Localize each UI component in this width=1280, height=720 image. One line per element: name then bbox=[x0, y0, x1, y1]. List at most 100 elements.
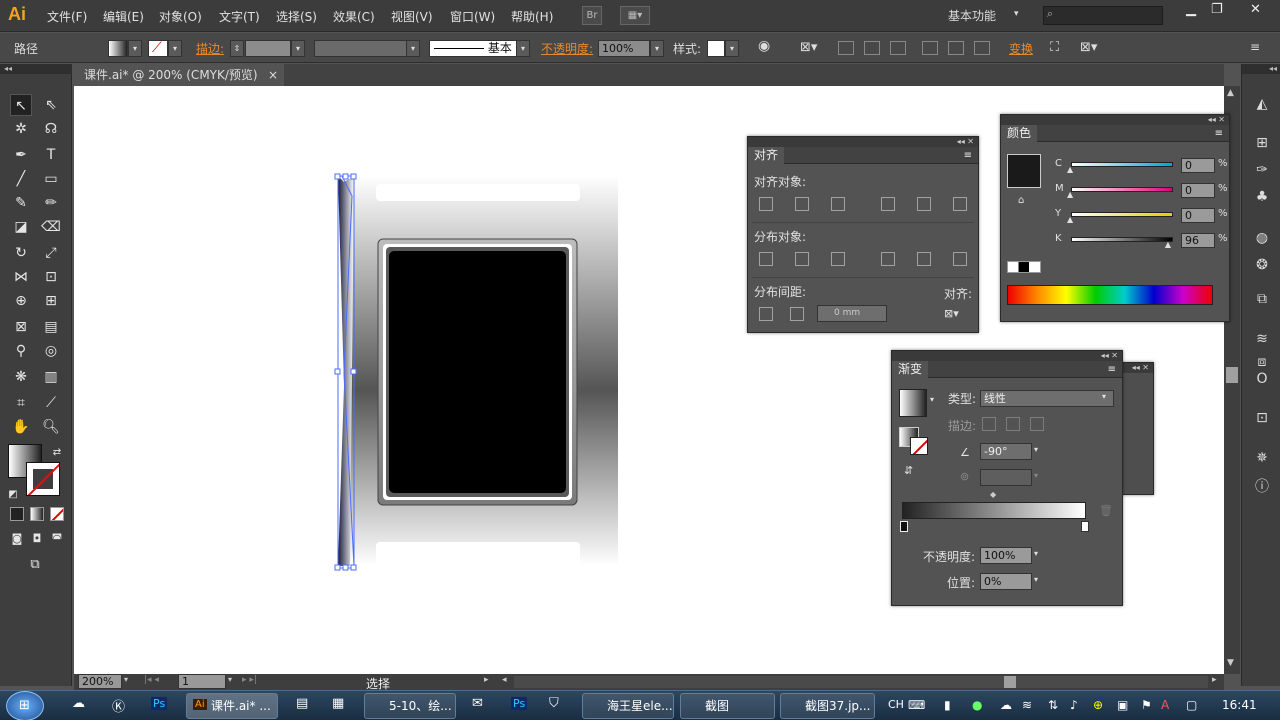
channel-slider-y[interactable] bbox=[1071, 212, 1173, 217]
tray-show-desktop-icon[interactable]: ▢ bbox=[1186, 698, 1197, 712]
arrange-documents-button[interactable]: ▦▾ bbox=[620, 6, 650, 25]
gradient-angle-field[interactable]: -90° bbox=[980, 443, 1032, 460]
type-tool-icon[interactable]: T bbox=[40, 144, 62, 166]
taskbar-item-folder[interactable]: 截图 bbox=[680, 693, 775, 719]
channel-slider-c[interactable] bbox=[1071, 162, 1173, 167]
transform-link[interactable]: 变换 bbox=[1009, 40, 1033, 57]
zoom-dropdown-icon[interactable]: ▾ bbox=[124, 675, 128, 684]
draw-normal-icon[interactable]: ◙ bbox=[6, 528, 28, 550]
gradient-stop-left[interactable] bbox=[900, 521, 908, 532]
stroke-swatch[interactable]: ⟋ bbox=[148, 40, 168, 57]
stop-opacity-dropdown-icon[interactable]: ▾ bbox=[1034, 549, 1038, 558]
align-center-objects-icon[interactable] bbox=[795, 197, 809, 211]
transparency-panel-icon[interactable] bbox=[1253, 258, 1271, 276]
channel-value-k[interactable]: 96 bbox=[1181, 233, 1215, 248]
swap-fill-stroke-icon[interactable]: ⇄ bbox=[46, 442, 68, 464]
vertical-spacing-icon[interactable] bbox=[759, 307, 773, 321]
brush-dropdown[interactable]: ▾ bbox=[516, 40, 530, 57]
screen-display[interactable] bbox=[389, 251, 566, 493]
menu-effect[interactable]: 效果(C) bbox=[333, 8, 375, 25]
menu-select[interactable]: 选择(S) bbox=[276, 8, 317, 25]
tray-wechat-icon[interactable]: ● bbox=[972, 698, 982, 712]
document-tab[interactable]: 课件.ai* @ 200% (CMYK/预览) × bbox=[74, 64, 284, 86]
artboard-tool-icon[interactable]: ⌗ bbox=[10, 392, 32, 414]
menu-file[interactable]: 文件(F) bbox=[47, 8, 87, 25]
align-bottom-icon[interactable] bbox=[974, 41, 990, 55]
type-panel-icon[interactable]: O bbox=[1253, 370, 1271, 388]
stroke-color-box[interactable] bbox=[26, 462, 60, 496]
gradient-slider[interactable] bbox=[902, 502, 1086, 519]
stop-position-dropdown-icon[interactable]: ▾ bbox=[1034, 575, 1038, 584]
scroll-up-icon[interactable]: ▲ bbox=[1227, 88, 1234, 98]
tray-volume-icon[interactable]: ♪ bbox=[1070, 698, 1078, 712]
taskbar-item-image[interactable]: 截图37.jp... bbox=[780, 693, 875, 719]
gradient-mode-icon[interactable] bbox=[30, 507, 44, 521]
start-button[interactable]: ⊞ bbox=[6, 691, 44, 720]
quicklaunch-cloud-icon[interactable]: ☁ bbox=[72, 696, 85, 711]
scroll-down-icon[interactable]: ▼ bbox=[1227, 658, 1234, 668]
pencil-tool-icon[interactable]: ✏ bbox=[40, 192, 62, 214]
links-panel-icon[interactable]: ⧉ bbox=[1253, 290, 1271, 308]
scroll-thumb[interactable] bbox=[1226, 367, 1238, 383]
color-spectrum[interactable] bbox=[1007, 285, 1213, 305]
restore-button[interactable]: ❐ bbox=[1211, 2, 1223, 17]
gradient-type-select[interactable]: 线性 bbox=[980, 390, 1114, 407]
align-right-icon[interactable] bbox=[890, 41, 906, 55]
tray-wifi-icon[interactable]: ≋ bbox=[1022, 698, 1032, 712]
fill-dropdown[interactable]: ▾ bbox=[128, 40, 142, 57]
width-tool-icon[interactable]: ⋈ bbox=[10, 266, 32, 288]
distribute-left-icon[interactable] bbox=[881, 252, 895, 266]
menu-window[interactable]: 窗口(W) bbox=[450, 8, 495, 25]
last-page-icon[interactable]: ▸ ▸| bbox=[242, 675, 257, 685]
stroke-weight-dropdown[interactable]: ▾ bbox=[291, 40, 305, 57]
navigator-panel-icon[interactable]: ⊡ bbox=[1253, 409, 1271, 427]
align-panel-menu-icon[interactable]: ≡ bbox=[958, 147, 978, 164]
taskbar-photoshop-icon[interactable]: Ps bbox=[511, 697, 528, 710]
align-middle-objects-icon[interactable] bbox=[917, 197, 931, 211]
taskbar-app-icon-4[interactable]: ⛉ bbox=[549, 696, 559, 711]
aspect-ratio-dropdown-icon[interactable]: ▾ bbox=[1034, 471, 1038, 480]
recolor-icon[interactable]: ◉ bbox=[758, 38, 770, 55]
hand-tool-icon[interactable]: ✋ bbox=[10, 416, 32, 438]
reverse-gradient-icon[interactable]: ⇵ bbox=[904, 464, 913, 477]
blend-tool-icon[interactable]: ◎ bbox=[40, 340, 62, 362]
symbols-panel-icon[interactable]: ♣ bbox=[1253, 188, 1271, 206]
variable-width-profile[interactable] bbox=[314, 40, 408, 57]
gradient-type-chevron-icon[interactable]: ▾ bbox=[1102, 392, 1106, 401]
tray-acrobat-icon[interactable]: A bbox=[1161, 698, 1169, 712]
tray-flag-icon[interactable]: ⚑ bbox=[1141, 698, 1152, 712]
swatches-panel-icon[interactable]: ⊞ bbox=[1253, 134, 1271, 152]
fill-swatch[interactable] bbox=[108, 40, 128, 57]
current-fill-swatch[interactable] bbox=[1007, 154, 1041, 188]
delete-stop-icon[interactable]: 🗑︎ bbox=[1099, 504, 1113, 517]
align-bottom-objects-icon[interactable] bbox=[953, 197, 967, 211]
opacity-field[interactable]: 100% bbox=[598, 40, 650, 57]
appearance-panel-icon[interactable]: ◍ bbox=[1253, 229, 1271, 247]
quicklaunch-k-icon[interactable]: Ⓚ bbox=[112, 696, 125, 715]
eyedropper-tool-icon[interactable]: ⚲ bbox=[10, 340, 32, 362]
gradient-panel-tab[interactable]: 渐变 bbox=[892, 361, 929, 378]
transform-options-icon[interactable]: ⊠▾ bbox=[1080, 40, 1097, 57]
stacked-panel-behind[interactable]: ◂◂ ✕ bbox=[1120, 362, 1154, 495]
first-page-icon[interactable]: |◂ ◂ bbox=[144, 675, 159, 685]
workspace-switcher[interactable]: 基本功能 bbox=[948, 7, 996, 24]
stop-position-field[interactable]: 0% bbox=[980, 573, 1032, 590]
gradient-preset-dropdown[interactable]: ▾ bbox=[930, 395, 934, 404]
menu-type[interactable]: 文字(T) bbox=[219, 8, 260, 25]
symbol-sprayer-tool-icon[interactable]: ❋ bbox=[10, 366, 32, 388]
midpoint-diamond[interactable]: ◆ bbox=[990, 490, 996, 499]
tray-network-icon[interactable]: ⇅ bbox=[1048, 698, 1058, 712]
slice-tool-icon[interactable]: ⟋ bbox=[40, 392, 62, 414]
scroll-right-icon[interactable]: ▸ bbox=[1212, 675, 1217, 685]
status-menu-icon[interactable]: ▸ bbox=[484, 675, 489, 685]
tray-display-icon[interactable]: ▣ bbox=[1117, 698, 1128, 712]
menu-view[interactable]: 视图(V) bbox=[391, 8, 433, 25]
zoom-tool-icon[interactable]: 🔍︎ bbox=[40, 416, 62, 438]
keyboard-icon[interactable]: ⌨ bbox=[908, 698, 925, 712]
direct-selection-tool-icon[interactable]: ⇖ bbox=[40, 94, 62, 116]
channel-value-m[interactable]: 0 bbox=[1181, 183, 1215, 198]
blob-brush-tool-icon[interactable]: ◪ bbox=[10, 216, 32, 238]
close-tab-icon[interactable]: × bbox=[268, 64, 278, 86]
isolate-icon[interactable]: ⛶ bbox=[1050, 40, 1059, 57]
stroke-dropdown[interactable]: ▾ bbox=[168, 40, 182, 57]
